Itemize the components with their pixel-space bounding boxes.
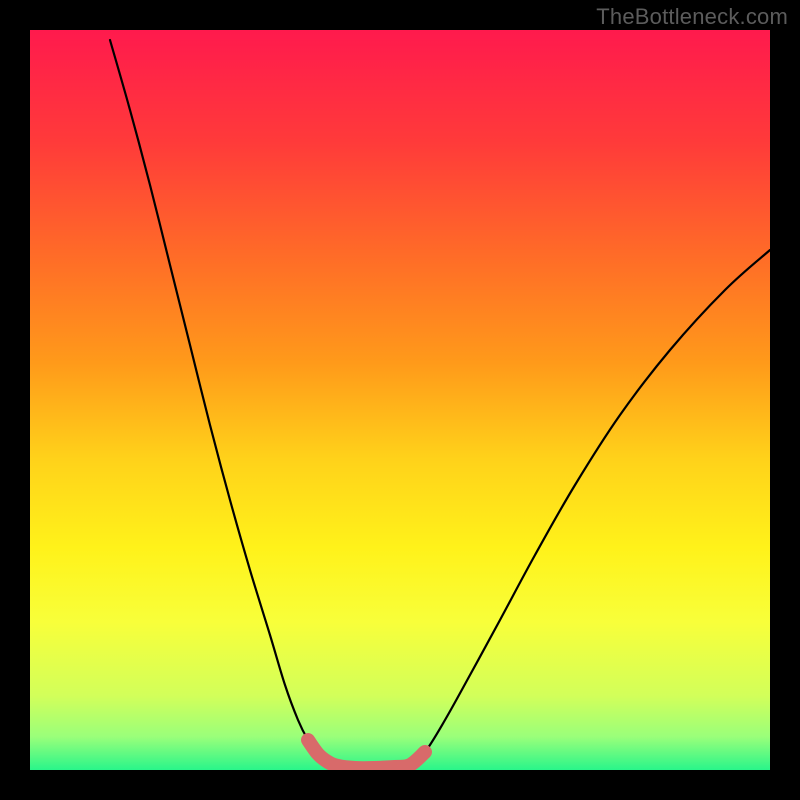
plot-area [30, 30, 770, 770]
gradient-background [30, 30, 770, 770]
watermark-text: TheBottleneck.com [596, 4, 788, 30]
chart-frame: TheBottleneck.com [0, 0, 800, 800]
bottleneck-plot [30, 30, 770, 770]
